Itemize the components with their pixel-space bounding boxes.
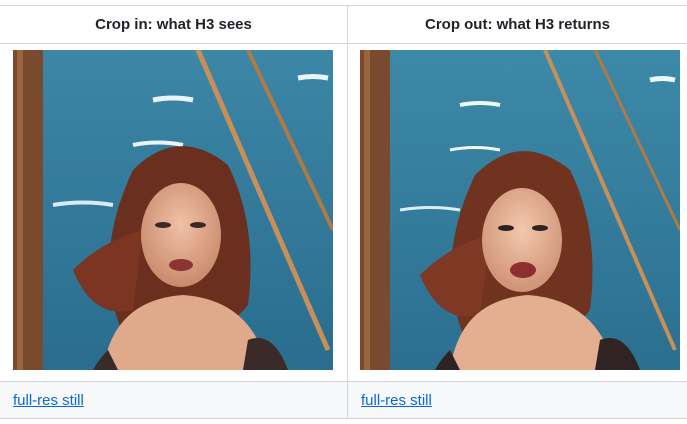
column-crop-out: Crop out: what H3 returns full-res still [347, 6, 687, 418]
comparison-table: Crop in: what H3 sees full-res still Cro… [0, 5, 687, 419]
column-header-crop-in: Crop in: what H3 sees [0, 6, 347, 44]
column-crop-in: Crop in: what H3 sees full-res still [0, 6, 347, 418]
link-cell-crop-in: full-res still [0, 382, 347, 418]
crop-in-image [13, 50, 333, 370]
crop-out-image [360, 50, 680, 370]
link-cell-crop-out: full-res still [348, 382, 687, 418]
column-header-crop-out: Crop out: what H3 returns [348, 6, 687, 44]
full-res-still-link[interactable]: full-res still [361, 392, 432, 409]
full-res-still-link[interactable]: full-res still [13, 392, 84, 409]
image-cell-crop-out [348, 44, 687, 382]
image-cell-crop-in [0, 44, 347, 382]
